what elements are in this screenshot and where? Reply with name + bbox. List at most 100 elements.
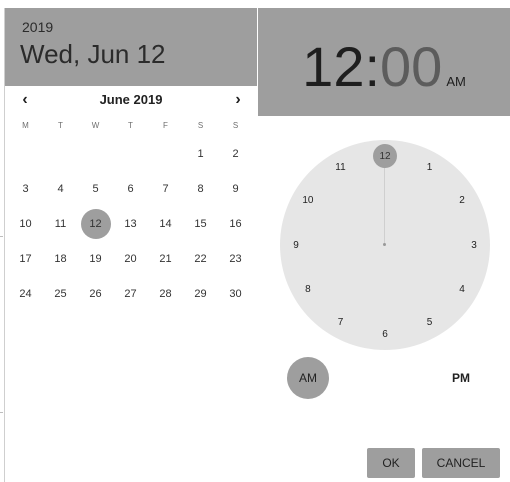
calendar-day-slot <box>78 136 113 171</box>
clock-number-4[interactable]: 4 <box>450 278 474 302</box>
calendar-day-slot: 28 <box>148 276 183 311</box>
month-label: June 2019 <box>99 92 163 107</box>
calendar-day[interactable]: 14 <box>151 209 181 239</box>
clock-number-2[interactable]: 2 <box>450 189 474 213</box>
calendar-day[interactable]: 22 <box>186 244 216 274</box>
clock-number-10[interactable]: 10 <box>296 189 320 213</box>
calendar-day-slot: 12 <box>78 206 113 241</box>
weekday-label: T <box>58 121 63 130</box>
clock-face[interactable]: 12 1 2 3 4 5 6 7 8 9 10 11 <box>280 140 490 350</box>
calendar-day-slot: 13 <box>113 206 148 241</box>
calendar-week: 24 25 26 27 28 29 30 <box>8 276 253 311</box>
calendar-day[interactable]: 11 <box>46 209 76 239</box>
calendar-day-slot: 15 <box>183 206 218 241</box>
calendar-day[interactable]: 16 <box>221 209 251 239</box>
time-header: 12:00 AM <box>258 8 510 116</box>
calendar-day[interactable]: 29 <box>186 279 216 309</box>
calendar-day[interactable]: 27 <box>116 279 146 309</box>
calendar-day-slot <box>113 136 148 171</box>
weekday-label: M <box>22 121 29 130</box>
calendar-day[interactable]: 30 <box>221 279 251 309</box>
ok-button[interactable]: OK <box>367 448 415 478</box>
calendar-day[interactable]: 17 <box>11 244 41 274</box>
chevron-right-icon: › <box>235 91 241 108</box>
calendar-day-selected[interactable]: 12 <box>80 208 111 239</box>
calendar-day[interactable]: 6 <box>116 174 146 204</box>
calendar-day-slot: 18 <box>43 241 78 276</box>
calendar-day[interactable]: 23 <box>221 244 251 274</box>
calendar-day[interactable]: 1 <box>186 139 216 169</box>
weekday-label: F <box>163 121 168 130</box>
clock-number-12[interactable]: 12 <box>373 144 397 168</box>
calendar-day-slot: 3 <box>8 171 43 206</box>
calendar-day-slot: 6 <box>113 171 148 206</box>
calendar-day[interactable]: 13 <box>116 209 146 239</box>
calendar-day[interactable]: 21 <box>151 244 181 274</box>
pm-button[interactable]: PM <box>440 357 482 399</box>
clock-hand[interactable] <box>384 166 385 245</box>
calendar-day-slot: 19 <box>78 241 113 276</box>
calendar-day-slot: 11 <box>43 206 78 241</box>
clock-number-6[interactable]: 6 <box>373 322 397 346</box>
clock-number-11[interactable]: 11 <box>329 156 353 180</box>
clock-number-8[interactable]: 8 <box>296 278 320 302</box>
calendar-day-slot: 21 <box>148 241 183 276</box>
calendar-day[interactable]: 28 <box>151 279 181 309</box>
selected-date[interactable]: Wed, Jun 12 <box>20 39 166 70</box>
calendar-day-slot: 14 <box>148 206 183 241</box>
calendar-day[interactable]: 8 <box>186 174 216 204</box>
calendar-day[interactable]: 26 <box>81 279 111 309</box>
clock-number-7[interactable]: 7 <box>329 310 353 334</box>
calendar-day-slot: 7 <box>148 171 183 206</box>
time-hours[interactable]: 12 <box>302 35 364 98</box>
calendar-day[interactable]: 19 <box>81 244 111 274</box>
calendar-day[interactable]: 5 <box>81 174 111 204</box>
edge-tick <box>0 236 3 237</box>
calendar-day[interactable]: 2 <box>221 139 251 169</box>
calendar-day-slot: 30 <box>218 276 253 311</box>
calendar-day-slot: 8 <box>183 171 218 206</box>
clock-number-3[interactable]: 3 <box>462 233 486 257</box>
weekday-label: W <box>91 121 100 130</box>
time-minutes[interactable]: 00 <box>380 35 442 98</box>
time-ampm: AM <box>446 74 466 89</box>
month-navigation: ‹ June 2019 › <box>5 86 257 114</box>
next-month-button[interactable]: › <box>223 86 253 114</box>
calendar-day[interactable]: 25 <box>46 279 76 309</box>
calendar-day-slot: 16 <box>218 206 253 241</box>
calendar-day[interactable]: 15 <box>186 209 216 239</box>
calendar-week: 12 <box>8 136 253 171</box>
calendar-day[interactable]: 10 <box>11 209 41 239</box>
calendar-day-slot: 25 <box>43 276 78 311</box>
calendar-day-slot <box>43 136 78 171</box>
calendar-day-slot: 23 <box>218 241 253 276</box>
cancel-button[interactable]: CANCEL <box>422 448 500 478</box>
edge-tick <box>0 412 3 413</box>
time-colon: : <box>364 35 381 98</box>
calendar-day-slot: 4 <box>43 171 78 206</box>
calendar-day-slot: 5 <box>78 171 113 206</box>
calendar-day-slot: 17 <box>8 241 43 276</box>
calendar-grid: 1 2 3 4 5 6 7 8 9 10 11 12 13 14 15 16 17 18 19 20 21 22 23 24 2… <box>8 136 253 311</box>
calendar-day[interactable]: 3 <box>11 174 41 204</box>
calendar-day[interactable]: 24 <box>11 279 41 309</box>
calendar-day[interactable]: 9 <box>221 174 251 204</box>
weekday-header: MTWTFSS <box>8 119 253 133</box>
weekday-label: S <box>197 121 204 130</box>
am-button[interactable]: AM <box>287 357 329 399</box>
calendar-day[interactable]: 4 <box>46 174 76 204</box>
calendar-day[interactable]: 20 <box>116 244 146 274</box>
calendar-day-slot: 1 <box>183 136 218 171</box>
calendar-day-slot: 10 <box>8 206 43 241</box>
clock-number-9[interactable]: 9 <box>284 233 308 257</box>
calendar-day-slot: 26 <box>78 276 113 311</box>
calendar-day-slot: 24 <box>8 276 43 311</box>
clock-number-5[interactable]: 5 <box>418 310 442 334</box>
calendar-week: 3456789 <box>8 171 253 206</box>
calendar-day[interactable]: 18 <box>46 244 76 274</box>
calendar-day-slot: 2 <box>218 136 253 171</box>
calendar-week: 17 18 19 20 21 22 23 <box>8 241 253 276</box>
selected-year[interactable]: 2019 <box>22 19 53 35</box>
calendar-day[interactable]: 7 <box>151 174 181 204</box>
clock-number-1[interactable]: 1 <box>418 156 442 180</box>
